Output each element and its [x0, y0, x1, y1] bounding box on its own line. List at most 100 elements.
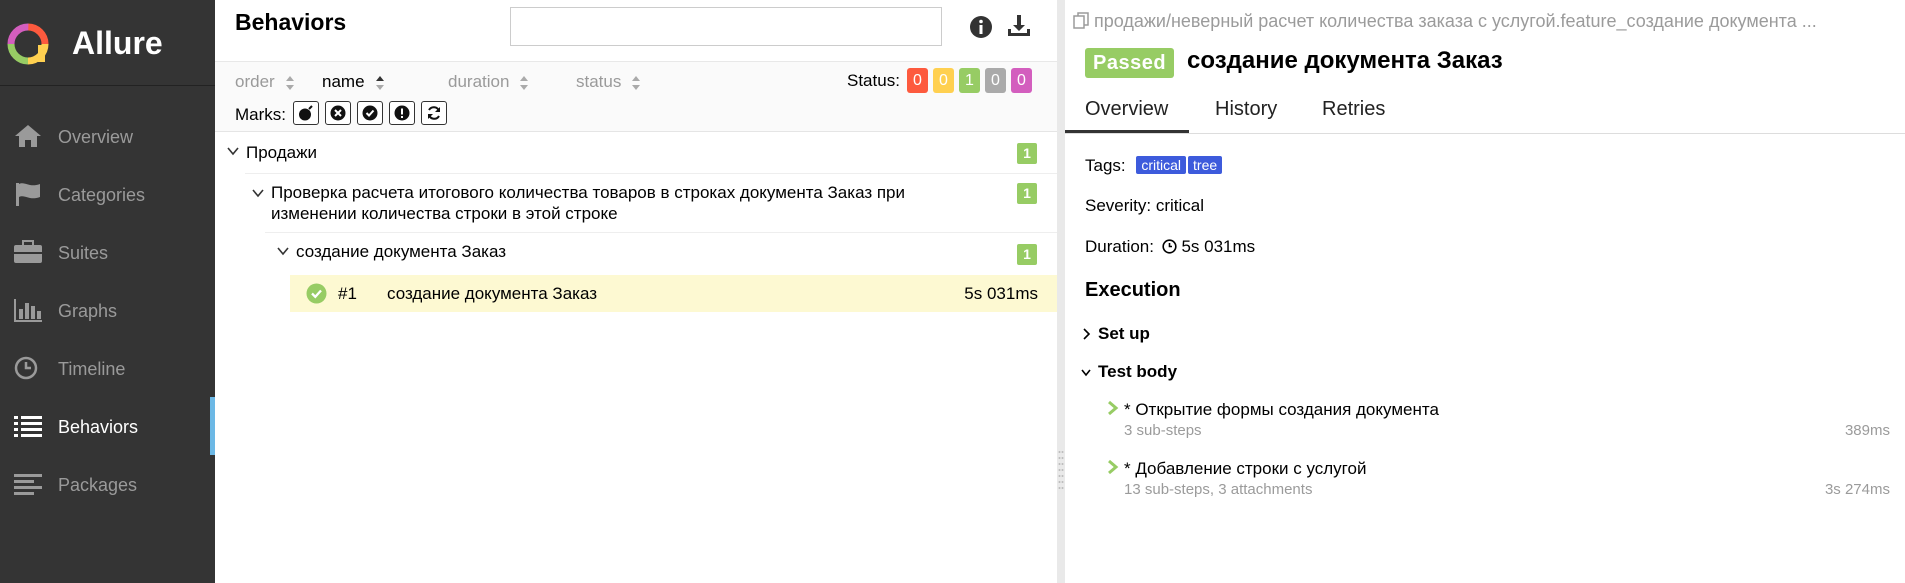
sort-arrows-icon — [375, 75, 384, 90]
mark-new-broken-toggle[interactable] — [389, 101, 415, 125]
behaviors-pane: Behaviors order name duration status Sta… — [215, 0, 1058, 583]
testcase-path[interactable]: продажи/неверный расчет количества заказ… — [1073, 11, 1817, 32]
allure-report: Allure Overview Categories Suites Graphs — [0, 0, 1905, 583]
test-body-label: Test body — [1098, 362, 1178, 381]
sidebar-item-label: Behaviors — [58, 417, 139, 437]
clock-icon — [14, 356, 38, 380]
test-number: #1 — [338, 284, 357, 303]
test-body-section[interactable]: Test body — [1081, 362, 1177, 382]
chevron-right-icon[interactable] — [1106, 400, 1120, 416]
status-failed-toggle[interactable]: 0 — [907, 68, 928, 93]
bomb-icon — [299, 105, 313, 121]
sidebar-item-behaviors[interactable]: Behaviors — [0, 397, 215, 455]
status-broken-toggle[interactable]: 0 — [933, 68, 954, 93]
check-circle-icon — [306, 283, 327, 304]
sort-label: order — [235, 72, 275, 91]
marks-filter-label: Marks: — [235, 105, 286, 124]
sort-label: duration — [448, 72, 510, 91]
check-circle-icon — [362, 105, 378, 121]
status-unknown-toggle[interactable]: 0 — [1011, 68, 1032, 93]
step-substeps: 13 sub-steps, 3 attachments — [1124, 481, 1313, 498]
sort-duration[interactable]: duration — [448, 72, 529, 92]
sort-name[interactable]: name — [322, 72, 385, 92]
tab-active-indicator — [1065, 130, 1189, 133]
tab-overview[interactable]: Overview — [1085, 98, 1168, 121]
sidebar-item-label: Graphs — [58, 301, 118, 321]
mark-flaky-toggle[interactable] — [293, 101, 319, 125]
mark-retries-toggle[interactable] — [421, 101, 447, 125]
feature-count-badge: 1 — [1017, 183, 1037, 204]
feature-name-line1: Проверка расчета итогового количества то… — [271, 183, 906, 202]
feature-name-line2: изменении количества строки в этой строк… — [271, 204, 618, 223]
sidebar-item-label: Overview — [58, 127, 134, 147]
sidebar-item-categories[interactable]: Categories — [0, 165, 215, 223]
briefcase-icon — [14, 240, 42, 263]
sort-order[interactable]: order — [235, 72, 295, 92]
chevron-down-icon — [1081, 369, 1091, 377]
tab-history[interactable]: History — [1215, 98, 1277, 121]
story-name: создание документа Заказ — [296, 242, 507, 261]
sidebar-item-graphs[interactable]: Graphs — [0, 281, 215, 339]
drag-handle-icon — [1058, 451, 1064, 489]
sidebar-item-label: Packages — [58, 475, 138, 495]
sidebar-nav: Overview Categories Suites Graphs Timeli… — [0, 107, 215, 513]
copy-icon — [1073, 12, 1089, 29]
tree-feature-row[interactable]: Проверка расчета итогового количества то… — [215, 174, 1057, 232]
chevron-down-icon — [252, 189, 264, 198]
duration-value: 5s 031ms — [1181, 237, 1256, 256]
chevron-right-icon[interactable] — [1106, 459, 1120, 475]
status-passed-toggle[interactable]: 1 — [959, 68, 980, 93]
sort-arrows-icon — [632, 75, 641, 90]
sidebar: Allure Overview Categories Suites Graphs — [0, 0, 215, 583]
duration-field: Duration: 5s 031ms — [1085, 237, 1255, 257]
test-name: создание документа Заказ — [387, 284, 598, 303]
download-icon[interactable] — [1006, 14, 1032, 38]
align-left-icon — [14, 474, 42, 495]
tag-tree[interactable]: tree — [1188, 156, 1223, 174]
sort-arrows-icon — [520, 75, 529, 90]
exclamation-circle-icon — [394, 105, 410, 121]
group-name: Продажи — [246, 143, 317, 162]
step-title[interactable]: * Открытие формы создания документа — [1124, 400, 1439, 420]
sidebar-item-suites[interactable]: Suites — [0, 223, 215, 281]
pane-splitter[interactable] — [1057, 0, 1065, 583]
step-title[interactable]: * Добавление строки с услугой — [1124, 459, 1366, 479]
test-result-row[interactable]: #1 создание документа Заказ 5s 031ms — [290, 275, 1058, 312]
brand[interactable]: Allure — [0, 0, 215, 86]
status-badge: Passed — [1085, 48, 1175, 78]
times-circle-icon — [330, 105, 346, 121]
flag-icon — [16, 183, 40, 206]
sidebar-item-packages[interactable]: Packages — [0, 455, 215, 513]
setup-section[interactable]: Set up — [1081, 324, 1150, 344]
step-duration: 3s 274ms — [1824, 481, 1890, 498]
search-input[interactable] — [510, 7, 942, 46]
tree-header: order name duration status Status: 0 0 1… — [215, 61, 1057, 132]
refresh-icon — [428, 106, 440, 120]
severity-field: Severity: critical — [1085, 196, 1205, 215]
tags-label: Tags: — [1085, 156, 1126, 175]
step-duration: 389ms — [1844, 422, 1890, 439]
mark-new-passed-toggle[interactable] — [357, 101, 383, 125]
tree-group-row[interactable]: Продажи 1 — [215, 133, 1057, 173]
tab-retries[interactable]: Retries — [1322, 98, 1385, 121]
status-filter-label: Status: — [847, 71, 900, 90]
info-icon[interactable] — [969, 15, 993, 39]
group-count-badge: 1 — [1017, 143, 1037, 164]
duration-label: Duration: — [1085, 237, 1154, 256]
chevron-down-icon — [277, 247, 289, 256]
step-substeps: 3 sub-steps — [1124, 422, 1202, 439]
bar-chart-icon — [14, 299, 42, 322]
sidebar-item-overview[interactable]: Overview — [0, 107, 215, 165]
chevron-right-icon — [1083, 328, 1091, 340]
app-name: Allure — [72, 25, 163, 61]
chevron-down-icon — [227, 147, 239, 156]
sort-status[interactable]: status — [576, 72, 641, 92]
tag-critical[interactable]: critical — [1136, 156, 1187, 174]
sidebar-item-timeline[interactable]: Timeline — [0, 339, 215, 397]
sidebar-item-label: Timeline — [58, 359, 126, 379]
mark-new-failed-toggle[interactable] — [325, 101, 351, 125]
tree-story-row[interactable]: создание документа Заказ 1 — [215, 233, 1057, 273]
list-icon — [14, 416, 42, 437]
status-skipped-toggle[interactable]: 0 — [985, 68, 1006, 93]
setup-label: Set up — [1098, 324, 1150, 343]
